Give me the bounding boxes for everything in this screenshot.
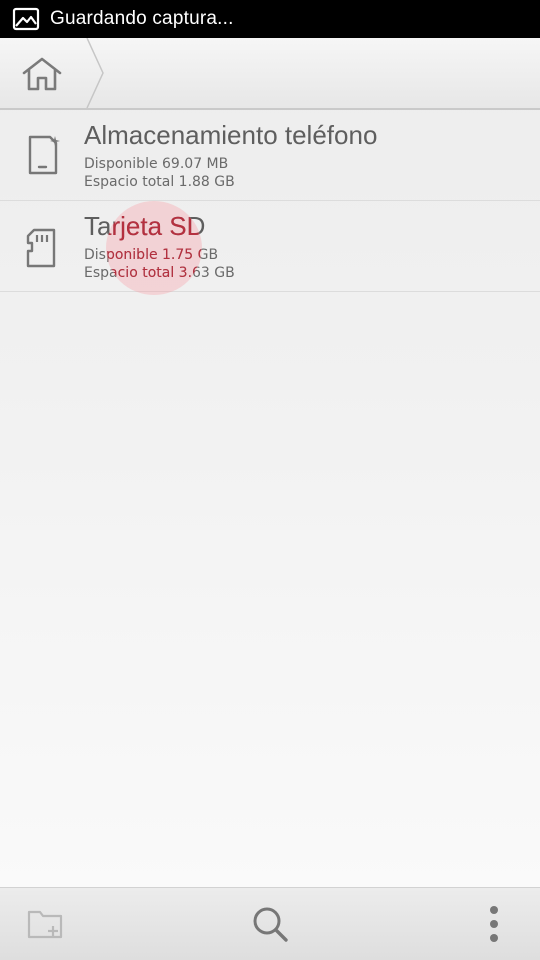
sd-card-icon: [26, 228, 56, 268]
storage-list: Almacenamiento teléfono Disponible 69.07…: [0, 110, 540, 292]
search-icon: [253, 907, 288, 942]
new-folder-button[interactable]: [22, 900, 70, 948]
storage-item-available: Disponible 1.75 GB: [84, 247, 219, 263]
home-icon: [22, 57, 62, 91]
overflow-menu-button[interactable]: [470, 900, 518, 948]
new-folder-icon: [27, 910, 63, 939]
image-icon: [12, 7, 40, 31]
breadcrumb-separator: [86, 38, 104, 108]
search-button[interactable]: [246, 900, 294, 948]
status-bar: Guardando captura...: [0, 0, 540, 38]
storage-item-total: Espacio total 1.88 GB: [84, 174, 235, 190]
bottom-action-bar: [0, 887, 540, 960]
status-notification-text: Guardando captura...: [50, 8, 234, 29]
storage-item-title: Tarjeta SD: [84, 211, 206, 241]
storage-item-phone[interactable]: Almacenamiento teléfono Disponible 69.07…: [0, 110, 540, 201]
phone-storage-icon: [28, 135, 60, 175]
storage-item-title: Almacenamiento teléfono: [84, 120, 378, 150]
home-button[interactable]: [0, 38, 104, 108]
more-vert-icon: [490, 906, 498, 942]
breadcrumb: [0, 38, 540, 110]
storage-item-sd-card[interactable]: Tarjeta SD Disponible 1.75 GB Espacio to…: [0, 201, 540, 292]
storage-item-available: Disponible 69.07 MB: [84, 156, 229, 172]
storage-item-total: Espacio total 3.63 GB: [84, 265, 235, 281]
